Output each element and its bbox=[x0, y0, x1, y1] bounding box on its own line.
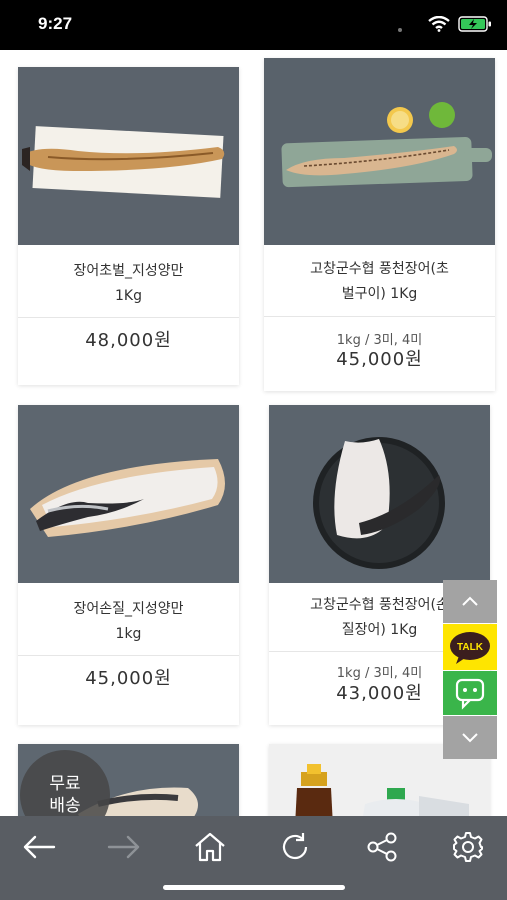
talk-label: TALK bbox=[457, 642, 484, 653]
refresh-button[interactable] bbox=[270, 824, 320, 870]
chat-button[interactable] bbox=[443, 671, 497, 715]
home-indicator bbox=[163, 885, 345, 890]
scroll-up-button[interactable] bbox=[443, 580, 497, 623]
product-grid[interactable]: 장어초벌_지성양만 1Kg 48,000원 고창군수협 풍천장어(초 벌구이) … bbox=[0, 50, 507, 816]
refresh-icon bbox=[282, 833, 308, 860]
status-time: 9:27 bbox=[38, 14, 73, 33]
divider bbox=[264, 316, 495, 317]
talk-icon: TALK bbox=[450, 632, 490, 664]
chevron-down-icon bbox=[462, 733, 478, 743]
battery-icon bbox=[458, 16, 491, 32]
product-name[interactable]: 벌구이) 1Kg bbox=[264, 282, 495, 307]
product-name[interactable]: 1kg bbox=[18, 622, 239, 647]
product-name[interactable]: 고창군수협 풍천장어(초 bbox=[264, 257, 495, 282]
product-price: 48,000원 bbox=[85, 330, 172, 351]
product-price: 45,000원 bbox=[336, 349, 423, 370]
product-image[interactable] bbox=[269, 405, 490, 583]
home-icon bbox=[195, 832, 225, 862]
chat-icon bbox=[455, 678, 485, 710]
kakao-talk-button[interactable]: TALK bbox=[443, 624, 497, 670]
badge-line-1: 무료 bbox=[49, 774, 81, 794]
badge-line-2: 배송 bbox=[49, 796, 81, 816]
grilled-eel-photo bbox=[18, 67, 239, 245]
chevron-up-icon bbox=[462, 596, 478, 606]
home-button[interactable] bbox=[185, 824, 235, 870]
back-arrow-icon bbox=[23, 835, 56, 859]
back-button[interactable] bbox=[14, 824, 64, 870]
raw-eel-plate-photo bbox=[269, 405, 490, 583]
product-name[interactable]: 장어손질_지성양만 bbox=[18, 597, 239, 622]
product-card[interactable]: 장어손질_지성양만 1kg 45,000원 bbox=[18, 405, 239, 725]
scroll-down-button[interactable] bbox=[443, 716, 497, 759]
share-icon bbox=[367, 832, 397, 862]
divider bbox=[18, 655, 239, 656]
product-image[interactable] bbox=[18, 67, 239, 245]
forward-button[interactable] bbox=[99, 824, 149, 870]
product-card[interactable]: 고창군수협 풍천장어(초 벌구이) 1Kg 1kg / 3미, 4미 45,00… bbox=[264, 58, 495, 391]
product-image[interactable] bbox=[18, 405, 239, 583]
divider bbox=[18, 317, 239, 318]
forward-arrow-icon bbox=[107, 835, 140, 859]
wifi-icon bbox=[428, 16, 450, 32]
grilled-eel-board-photo bbox=[264, 58, 495, 245]
share-button[interactable] bbox=[357, 824, 407, 870]
status-dot bbox=[398, 28, 402, 32]
raw-eel-photo bbox=[18, 405, 239, 583]
status-bar: 9:27 bbox=[0, 0, 507, 50]
product-price: 45,000원 bbox=[85, 668, 172, 689]
settings-button[interactable] bbox=[443, 824, 493, 870]
product-image[interactable] bbox=[264, 58, 495, 245]
product-card[interactable]: 장어초벌_지성양만 1Kg 48,000원 bbox=[18, 67, 239, 385]
product-name[interactable]: 1Kg bbox=[18, 284, 239, 309]
product-name[interactable]: 장어초벌_지성양만 bbox=[18, 259, 239, 284]
settings-icon bbox=[453, 832, 483, 862]
